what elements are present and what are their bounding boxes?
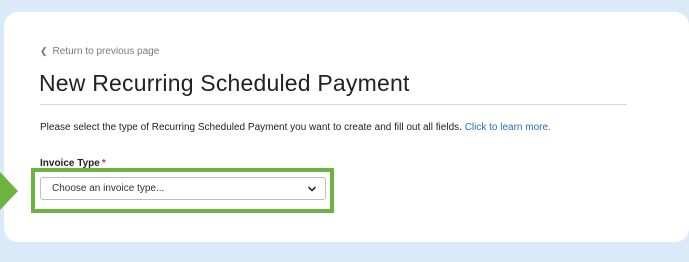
invoice-type-selected-value: Choose an invoice type... xyxy=(52,183,165,194)
back-link-label: Return to previous page xyxy=(52,46,160,57)
chevron-down-icon xyxy=(308,186,316,191)
instructions-text: Please select the type of Recurring Sche… xyxy=(40,122,551,133)
instructions-body: Please select the type of Recurring Sche… xyxy=(40,122,462,133)
pointer-arrow-icon xyxy=(0,172,18,210)
title-divider xyxy=(40,104,627,105)
learn-more-link[interactable]: Click to learn more. xyxy=(465,122,551,133)
invoice-type-select[interactable]: Choose an invoice type... xyxy=(40,177,326,200)
back-link[interactable]: ❮ Return to previous page xyxy=(40,46,159,57)
chevron-left-icon: ❮ xyxy=(40,46,48,56)
page-title: New Recurring Scheduled Payment xyxy=(39,70,410,96)
